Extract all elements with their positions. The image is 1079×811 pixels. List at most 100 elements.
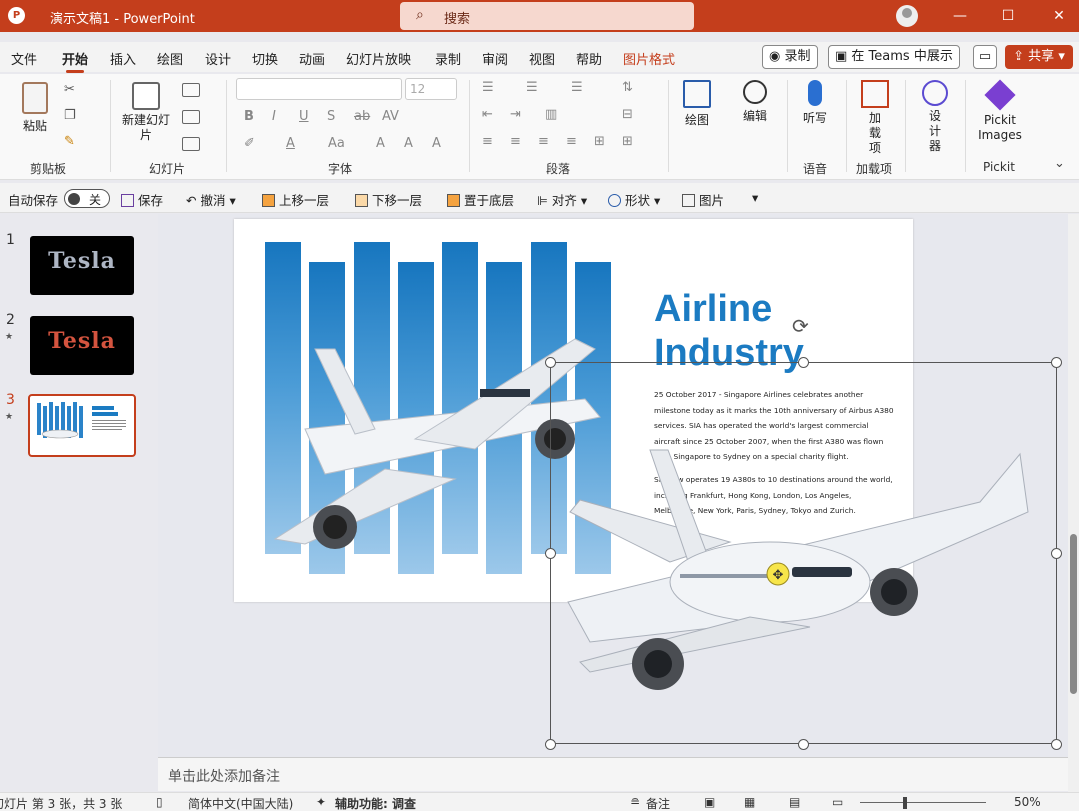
notes-pane[interactable]: 单击此处添加备注 xyxy=(158,757,1068,791)
tab-insert[interactable]: 插入 xyxy=(110,49,136,68)
pickit-images-button[interactable]: Pickit Images xyxy=(972,79,1028,143)
undo-button[interactable]: ↶ 撤消 ▾ xyxy=(186,190,236,209)
resize-handle-s[interactable] xyxy=(798,739,809,750)
language-indicator[interactable]: 简体中文(中国大陆) xyxy=(188,795,293,811)
new-slide-button[interactable]: 新建幻灯片 xyxy=(121,82,171,143)
text-shadow-icon[interactable]: S xyxy=(327,109,335,124)
justify-icon[interactable]: ≡ xyxy=(566,134,577,149)
strikethrough-icon[interactable]: ab xyxy=(354,109,370,124)
reset-slide-icon[interactable] xyxy=(182,110,200,124)
bullets-icon[interactable]: ☰ xyxy=(482,80,494,95)
text-direction-icon[interactable]: ⇅ xyxy=(622,80,633,95)
distributed-icon[interactable]: ⊞ xyxy=(594,134,605,149)
bring-forward-button[interactable]: 上移一层 xyxy=(262,190,329,209)
save-button[interactable]: 保存 xyxy=(121,190,163,209)
resize-handle-sw[interactable] xyxy=(545,739,556,750)
slide-thumbnail-1[interactable]: Tesla xyxy=(30,236,134,295)
slide-thumbnail-2[interactable]: Tesla xyxy=(30,316,134,375)
editing-button[interactable]: 编辑 xyxy=(735,80,775,124)
tab-draw[interactable]: 绘图 xyxy=(157,49,183,68)
addins-button[interactable]: 加载项 xyxy=(854,80,896,156)
reading-view-icon[interactable]: ▤ xyxy=(789,795,800,809)
normal-view-icon[interactable]: ▣ xyxy=(704,795,715,809)
shape-button[interactable]: 形状 ▾ xyxy=(608,190,660,209)
resize-handle-n[interactable] xyxy=(798,357,809,368)
send-backward-button[interactable]: 下移一层 xyxy=(355,190,422,209)
tab-review[interactable]: 审阅 xyxy=(482,49,508,68)
minimize-button[interactable]: — xyxy=(945,4,975,28)
clear-formatting-icon[interactable]: A xyxy=(432,136,441,151)
scrollbar-thumb[interactable] xyxy=(1070,534,1077,694)
resize-handle-e[interactable] xyxy=(1051,548,1062,559)
align-left-icon[interactable]: ≡ xyxy=(482,134,493,149)
font-color-icon[interactable]: A xyxy=(286,136,295,151)
drawing-button[interactable]: 绘图 xyxy=(677,80,717,128)
increase-font-icon[interactable]: A xyxy=(376,136,385,151)
columns-icon[interactable]: ▥ xyxy=(545,107,557,122)
paste-button[interactable]: 粘贴 xyxy=(18,82,52,134)
cut-icon[interactable]: ✂ xyxy=(64,82,75,97)
font-name-combo[interactable] xyxy=(236,78,402,100)
slide-thumbnail-3[interactable] xyxy=(28,394,136,457)
decrease-font-icon[interactable]: A xyxy=(404,136,413,151)
picture-button[interactable]: 图片 xyxy=(682,190,724,209)
maximize-button[interactable]: ☐ xyxy=(993,4,1023,28)
record-button[interactable]: ◉ 录制 xyxy=(762,45,818,69)
search-box[interactable]: ⌕ 搜索 xyxy=(400,2,694,30)
designer-button[interactable]: 设计器 xyxy=(914,80,956,154)
change-case-icon[interactable]: Aa xyxy=(328,136,345,151)
numbering-icon[interactable]: ☰ xyxy=(526,80,538,95)
notes-toggle[interactable]: 备注 xyxy=(646,795,670,811)
smartart-icon[interactable]: ⊞ xyxy=(622,134,633,149)
bold-icon[interactable]: B xyxy=(244,109,254,124)
copy-icon[interactable]: ❐ xyxy=(64,108,76,123)
user-avatar[interactable] xyxy=(896,5,918,27)
zoom-level[interactable]: 50% xyxy=(1014,795,1041,809)
tab-view[interactable]: 视图 xyxy=(529,49,555,68)
align-right-icon[interactable]: ≡ xyxy=(538,134,549,149)
tab-picture-format[interactable]: 图片格式 xyxy=(623,49,675,68)
zoom-slider-knob[interactable] xyxy=(903,797,907,809)
tab-record[interactable]: 录制 xyxy=(435,49,461,68)
slide-sorter-icon[interactable]: ▦ xyxy=(744,795,755,809)
slideshow-icon[interactable]: ▭ xyxy=(832,795,843,809)
comments-button[interactable]: ▭ xyxy=(973,45,997,69)
share-button[interactable]: ⇪ 共享 ▾ xyxy=(1005,45,1073,69)
line-spacing-icon[interactable]: ☰ xyxy=(571,80,583,95)
close-button[interactable]: ✕ xyxy=(1044,4,1074,28)
rotate-handle-icon[interactable]: ⟳ xyxy=(792,314,809,338)
align-center-icon[interactable]: ≡ xyxy=(510,134,521,149)
tab-transitions[interactable]: 切换 xyxy=(252,49,278,68)
section-icon[interactable] xyxy=(182,137,200,151)
collapse-ribbon-icon[interactable]: ⌄ xyxy=(1054,156,1065,171)
customize-qat-icon[interactable]: ▾ xyxy=(752,190,758,205)
resize-handle-ne[interactable] xyxy=(1051,357,1062,368)
accessibility-status[interactable]: 辅助功能: 调查 xyxy=(335,795,416,811)
dictate-button[interactable]: 听写 xyxy=(796,80,834,126)
tab-file[interactable]: 文件 xyxy=(11,49,37,68)
send-to-back-button[interactable]: 置于底层 xyxy=(447,190,514,209)
powerpoint-app-icon[interactable]: P xyxy=(8,7,25,24)
italic-icon[interactable]: I xyxy=(272,109,276,124)
highlight-icon[interactable]: ✐ xyxy=(244,136,255,151)
tab-help[interactable]: 帮助 xyxy=(576,49,602,68)
layout-icon[interactable] xyxy=(182,83,200,97)
tab-slideshow[interactable]: 幻灯片放映 xyxy=(346,49,411,68)
autosave-toggle[interactable]: 关 xyxy=(64,189,110,208)
zoom-slider[interactable] xyxy=(860,802,986,803)
resize-handle-w[interactable] xyxy=(545,548,556,559)
resize-handle-se[interactable] xyxy=(1051,739,1062,750)
format-painter-icon[interactable]: ✎ xyxy=(64,134,75,149)
align-text-icon[interactable]: ⊟ xyxy=(622,107,633,122)
align-button[interactable]: ⊫ 对齐 ▾ xyxy=(537,190,587,209)
spellcheck-icon[interactable]: ▯ xyxy=(156,795,163,809)
tab-animations[interactable]: 动画 xyxy=(299,49,325,68)
tab-design[interactable]: 设计 xyxy=(205,49,231,68)
increase-indent-icon[interactable]: ⇥ xyxy=(510,107,521,122)
present-in-teams-button[interactable]: ▣ 在 Teams 中展示 xyxy=(828,45,960,69)
resize-handle-nw[interactable] xyxy=(545,357,556,368)
font-size-combo[interactable]: 12 xyxy=(405,78,457,100)
tab-home[interactable]: 开始 xyxy=(62,49,88,73)
underline-icon[interactable]: U xyxy=(299,109,309,124)
vertical-scrollbar[interactable] xyxy=(1068,214,1079,792)
